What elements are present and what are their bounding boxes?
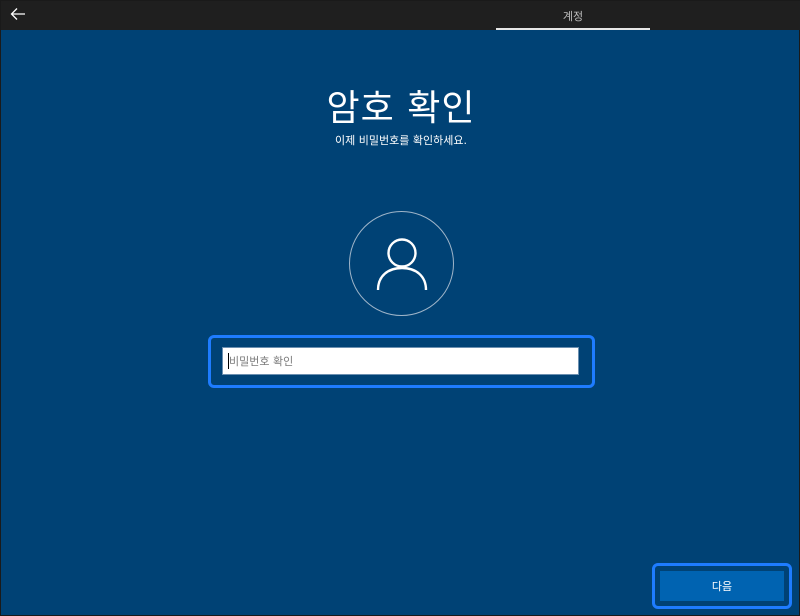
back-button[interactable] <box>5 3 31 25</box>
tab-account[interactable]: 계정 <box>496 1 650 30</box>
tab-account-label: 계정 <box>562 9 584 23</box>
page-title: 암호 확인 <box>326 88 476 129</box>
tab-active-indicator <box>496 28 650 30</box>
setup-window: 계정 암호 확인 이제 비밀번호를 확인하세요. 다음 <box>0 0 800 616</box>
user-icon <box>376 237 427 290</box>
avatar <box>349 211 454 316</box>
back-arrow-icon <box>10 8 25 20</box>
title-bar: 계정 <box>1 1 800 30</box>
page-subtitle: 이제 비밀번호를 확인하세요. <box>335 134 467 147</box>
text-caret <box>228 353 229 369</box>
confirm-password-input[interactable] <box>222 347 579 375</box>
next-button[interactable]: 다음 <box>660 571 784 601</box>
